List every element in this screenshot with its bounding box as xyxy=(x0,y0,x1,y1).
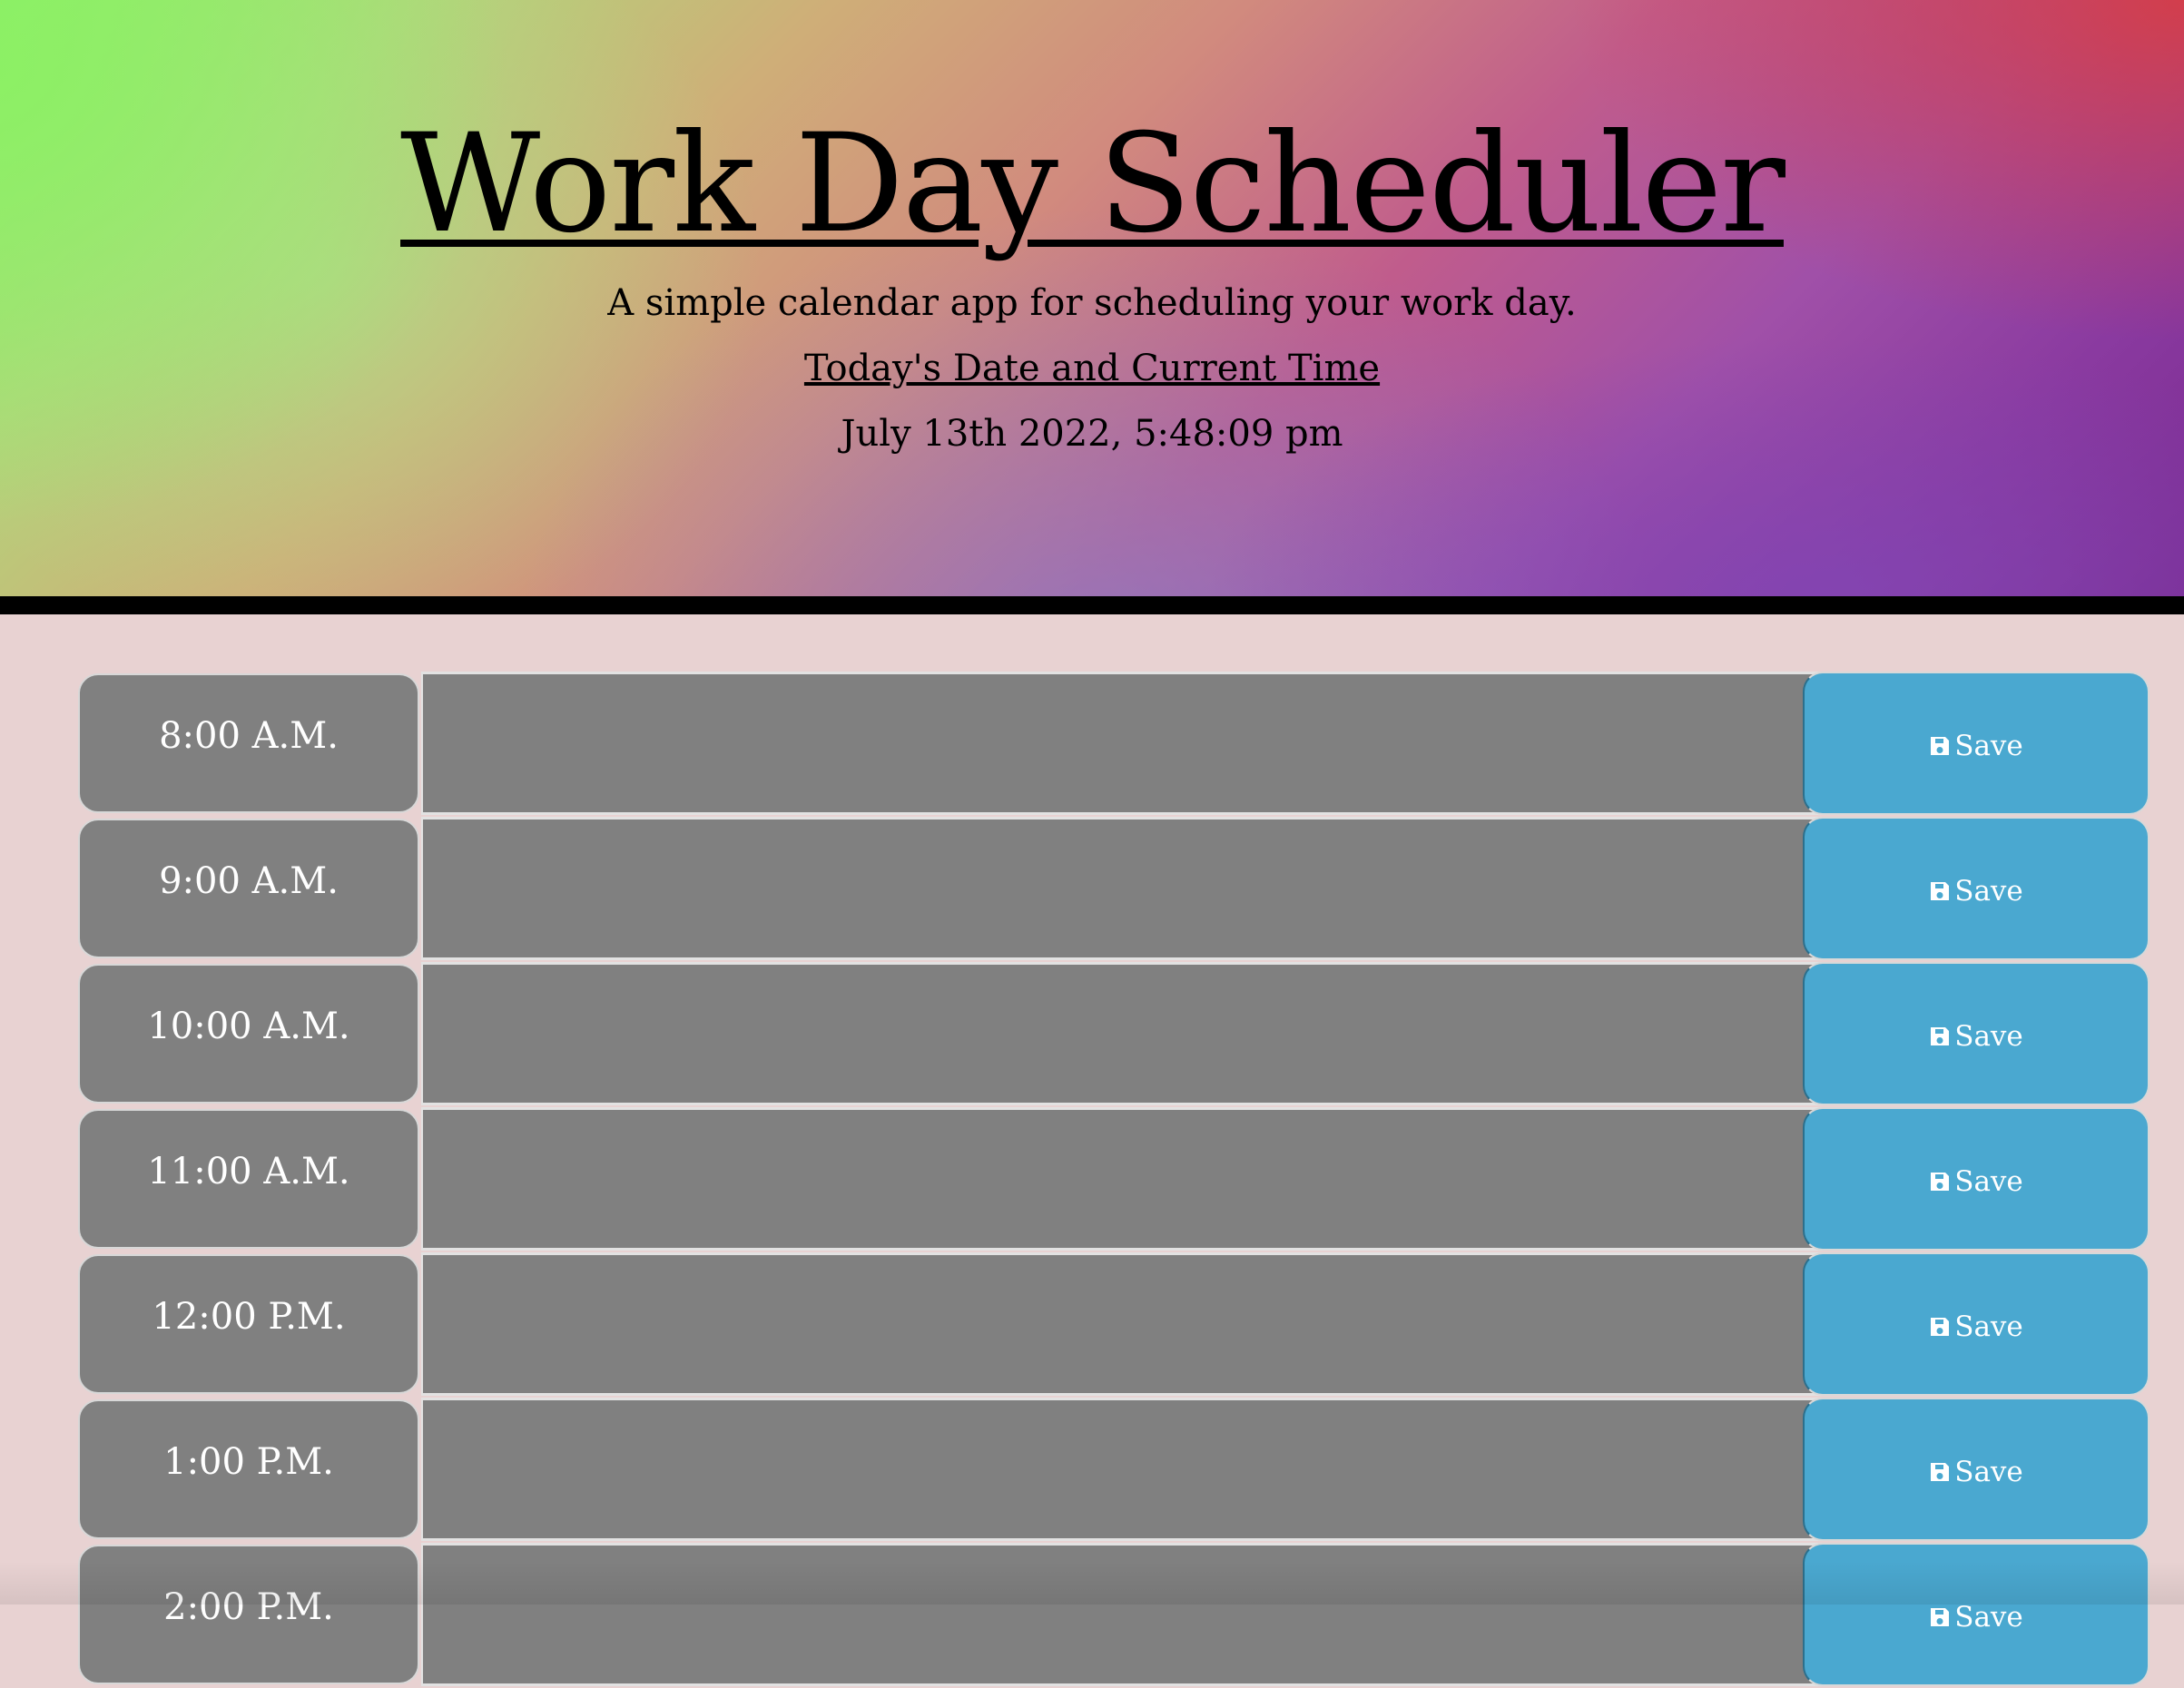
time-block-row: 8:00 A.M. Save xyxy=(78,672,2150,817)
time-block-row: 9:00 A.M. Save xyxy=(78,817,2150,962)
save-label: Save xyxy=(1954,1164,2023,1198)
time-block-row: 10:00 A.M. Save xyxy=(78,962,2150,1107)
hour-label: 8:00 A.M. xyxy=(78,673,419,813)
save-button[interactable]: Save xyxy=(1803,962,2150,1105)
save-icon xyxy=(1931,881,1950,900)
hour-label: 12:00 P.M. xyxy=(78,1254,419,1394)
page-header: Work Day Scheduler A simple calendar app… xyxy=(0,0,2184,596)
save-icon xyxy=(1931,1607,1950,1626)
header-content: Work Day Scheduler A simple calendar app… xyxy=(0,0,2184,596)
event-textarea[interactable] xyxy=(421,962,1881,1105)
save-button[interactable]: Save xyxy=(1803,1107,2150,1251)
date-heading: Today's Date and Current Time xyxy=(803,348,1381,389)
save-label: Save xyxy=(1954,874,2023,908)
hour-label: 11:00 A.M. xyxy=(78,1109,419,1249)
save-button[interactable]: Save xyxy=(1803,1398,2150,1541)
current-datetime: July 13th 2022, 5:48:09 pm xyxy=(841,413,1343,455)
page-title: Work Day Scheduler xyxy=(400,105,1786,263)
event-textarea[interactable] xyxy=(421,1252,1881,1396)
time-block-row: 12:00 P.M. Save xyxy=(78,1252,2150,1398)
event-textarea[interactable] xyxy=(421,1543,1881,1686)
save-button[interactable]: Save xyxy=(1803,817,2150,960)
save-button[interactable]: Save xyxy=(1803,672,2150,815)
save-button[interactable]: Save xyxy=(1803,1543,2150,1686)
save-icon xyxy=(1931,1172,1950,1191)
hour-label: 10:00 A.M. xyxy=(78,964,419,1104)
save-icon xyxy=(1931,1026,1950,1045)
hour-label: 1:00 P.M. xyxy=(78,1399,419,1539)
save-label: Save xyxy=(1954,729,2023,762)
event-textarea[interactable] xyxy=(421,1398,1881,1541)
hour-label: 9:00 A.M. xyxy=(78,819,419,958)
event-textarea[interactable] xyxy=(421,672,1881,815)
header-divider xyxy=(0,596,2184,614)
time-block-row: 1:00 P.M. Save xyxy=(78,1398,2150,1543)
event-textarea[interactable] xyxy=(421,1107,1881,1251)
save-icon xyxy=(1931,1317,1950,1336)
save-label: Save xyxy=(1954,1455,2023,1488)
save-label: Save xyxy=(1954,1019,2023,1053)
time-block-row: 2:00 P.M. Save xyxy=(78,1543,2150,1688)
time-block-row: 11:00 A.M. Save xyxy=(78,1107,2150,1252)
schedule-list: 8:00 A.M. Save 9:00 A.M. Save 10:00 A.M.… xyxy=(78,672,2150,1688)
save-label: Save xyxy=(1954,1600,2023,1634)
save-label: Save xyxy=(1954,1310,2023,1343)
save-icon xyxy=(1931,1462,1950,1481)
save-icon xyxy=(1931,736,1950,755)
event-textarea[interactable] xyxy=(421,817,1881,960)
save-button[interactable]: Save xyxy=(1803,1252,2150,1396)
hour-label: 2:00 P.M. xyxy=(78,1545,419,1684)
page-subtitle: A simple calendar app for scheduling you… xyxy=(607,282,1577,324)
